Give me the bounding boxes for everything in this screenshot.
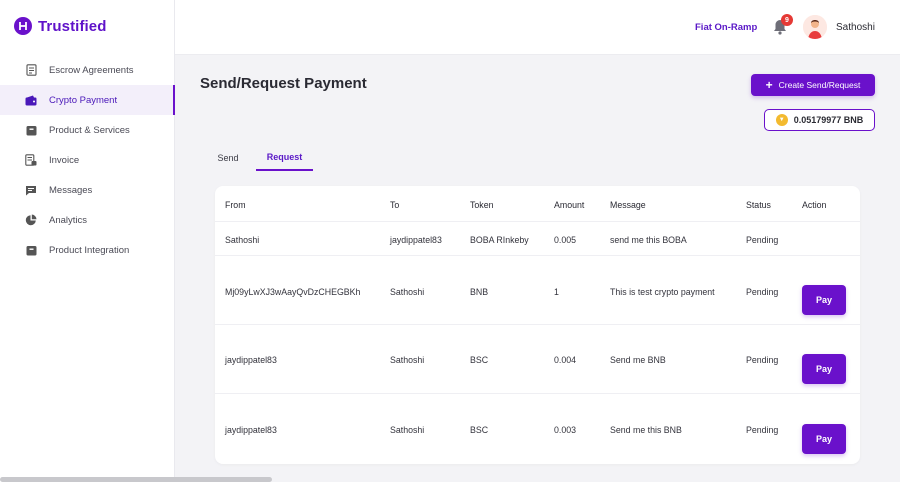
cell-amount: 0.003	[554, 425, 577, 435]
sidebar-item-label: Product & Services	[49, 124, 130, 136]
cell-status: Pending	[746, 287, 779, 297]
sidebar-item-label: Product Integration	[49, 244, 130, 256]
cell-amount: 1	[554, 287, 559, 297]
cell-to: Sathoshi	[390, 425, 425, 435]
sidebar-item-label: Analytics	[49, 214, 88, 226]
document-icon	[25, 64, 37, 76]
horizontal-scrollbar[interactable]	[0, 477, 272, 482]
sidebar-item-escrow-agreements[interactable]: Escrow Agreements	[0, 55, 175, 85]
tab-request[interactable]: Request	[256, 145, 313, 171]
column-header-status: Status	[746, 200, 771, 210]
cell-status: Pending	[746, 425, 779, 435]
sidebar-item-messages[interactable]: Messages	[0, 175, 175, 205]
cell-message: Send me this BNB	[610, 425, 682, 435]
cell-message: send me this BOBA	[610, 235, 687, 245]
fiat-on-ramp-link[interactable]: Fiat On-Ramp	[695, 22, 757, 33]
requests-table: From To Token Amount Message Status Acti…	[215, 186, 860, 464]
cell-to: Sathoshi	[390, 287, 425, 297]
pay-button[interactable]: Pay	[802, 424, 846, 454]
sidebar-item-invoice[interactable]: Invoice	[0, 145, 175, 175]
cell-from: jaydippatel83	[225, 425, 277, 435]
cell-token: BSC	[470, 355, 489, 365]
column-header-message: Message	[610, 200, 646, 210]
cell-from: Mj09yLwXJ3wAayQvDzCHEGBKh	[225, 287, 361, 297]
sidebar-item-analytics[interactable]: Analytics	[0, 205, 175, 235]
cell-status: Pending	[746, 235, 779, 245]
message-icon	[25, 184, 37, 196]
table-header: From To Token Amount Message Status Acti…	[215, 186, 860, 222]
cell-to: jaydippatel83	[390, 235, 442, 245]
table-row: Sathoshi jaydippatel83 BOBA RInkeby 0.00…	[215, 222, 860, 256]
table-row: jaydippatel83 Sathoshi BSC 0.004 Send me…	[215, 325, 860, 394]
pay-button[interactable]: Pay	[802, 285, 846, 315]
cell-message: Send me BNB	[610, 355, 666, 365]
balance-value: 0.05179977 BNB	[793, 115, 864, 125]
cell-from: Sathoshi	[225, 235, 260, 245]
sidebar-item-label: Messages	[49, 184, 93, 196]
cell-token: BSC	[470, 425, 489, 435]
pie-chart-icon	[25, 214, 37, 226]
sidebar-item-label: Crypto Payment	[49, 94, 118, 106]
cell-amount: 0.004	[554, 355, 577, 365]
column-header-token: Token	[470, 200, 494, 210]
box-icon	[25, 124, 37, 136]
cell-token: BNB	[470, 287, 489, 297]
page-title: Send/Request Payment	[200, 75, 367, 92]
box-icon	[25, 244, 37, 256]
cell-to: Sathoshi	[390, 355, 425, 365]
top-header: Fiat On-Ramp 9 Sathoshi	[175, 0, 900, 55]
cell-message: This is test crypto payment	[610, 287, 715, 297]
sidebar-item-product-integration[interactable]: Product Integration	[0, 235, 175, 265]
cell-token: BOBA RInkeby	[470, 235, 529, 245]
invoice-icon	[25, 154, 37, 166]
cell-status: Pending	[746, 355, 779, 365]
column-header-to: To	[390, 200, 400, 210]
tab-send[interactable]: Send	[206, 145, 250, 171]
app-logo[interactable]: Trustified	[14, 16, 107, 36]
create-button-label: Create Send/Request	[778, 80, 861, 90]
username[interactable]: Sathoshi	[836, 22, 875, 33]
plus-icon: +	[765, 78, 773, 92]
cell-from: jaydippatel83	[225, 355, 277, 365]
column-header-amount: Amount	[554, 200, 585, 210]
bnb-coin-icon: ▼	[775, 114, 788, 126]
avatar[interactable]	[803, 15, 827, 39]
notification-badge: 9	[781, 14, 793, 26]
wallet-icon	[25, 94, 37, 106]
logo-icon	[14, 17, 32, 35]
sidebar-item-product-services[interactable]: Product & Services	[0, 115, 175, 145]
sidebar: Trustified Escrow Agreements Crypto Paym…	[0, 0, 175, 482]
table-row: jaydippatel83 Sathoshi BSC 0.003 Send me…	[215, 394, 860, 464]
sidebar-item-label: Escrow Agreements	[49, 64, 134, 76]
pay-button[interactable]: Pay	[802, 354, 846, 384]
sidebar-item-crypto-payment[interactable]: Crypto Payment	[0, 85, 175, 115]
table-row: Mj09yLwXJ3wAayQvDzCHEGBKh Sathoshi BNB 1…	[215, 256, 860, 325]
brand-name: Trustified	[38, 17, 107, 35]
sidebar-item-label: Invoice	[49, 154, 80, 166]
create-send-request-button[interactable]: + Create Send/Request	[751, 74, 875, 96]
cell-amount: 0.005	[554, 235, 577, 245]
column-header-action: Action	[802, 200, 827, 210]
column-header-from: From	[225, 200, 246, 210]
sidebar-nav: Escrow Agreements Crypto Payment Product…	[0, 55, 175, 265]
wallet-balance: ▼ 0.05179977 BNB	[764, 109, 875, 131]
